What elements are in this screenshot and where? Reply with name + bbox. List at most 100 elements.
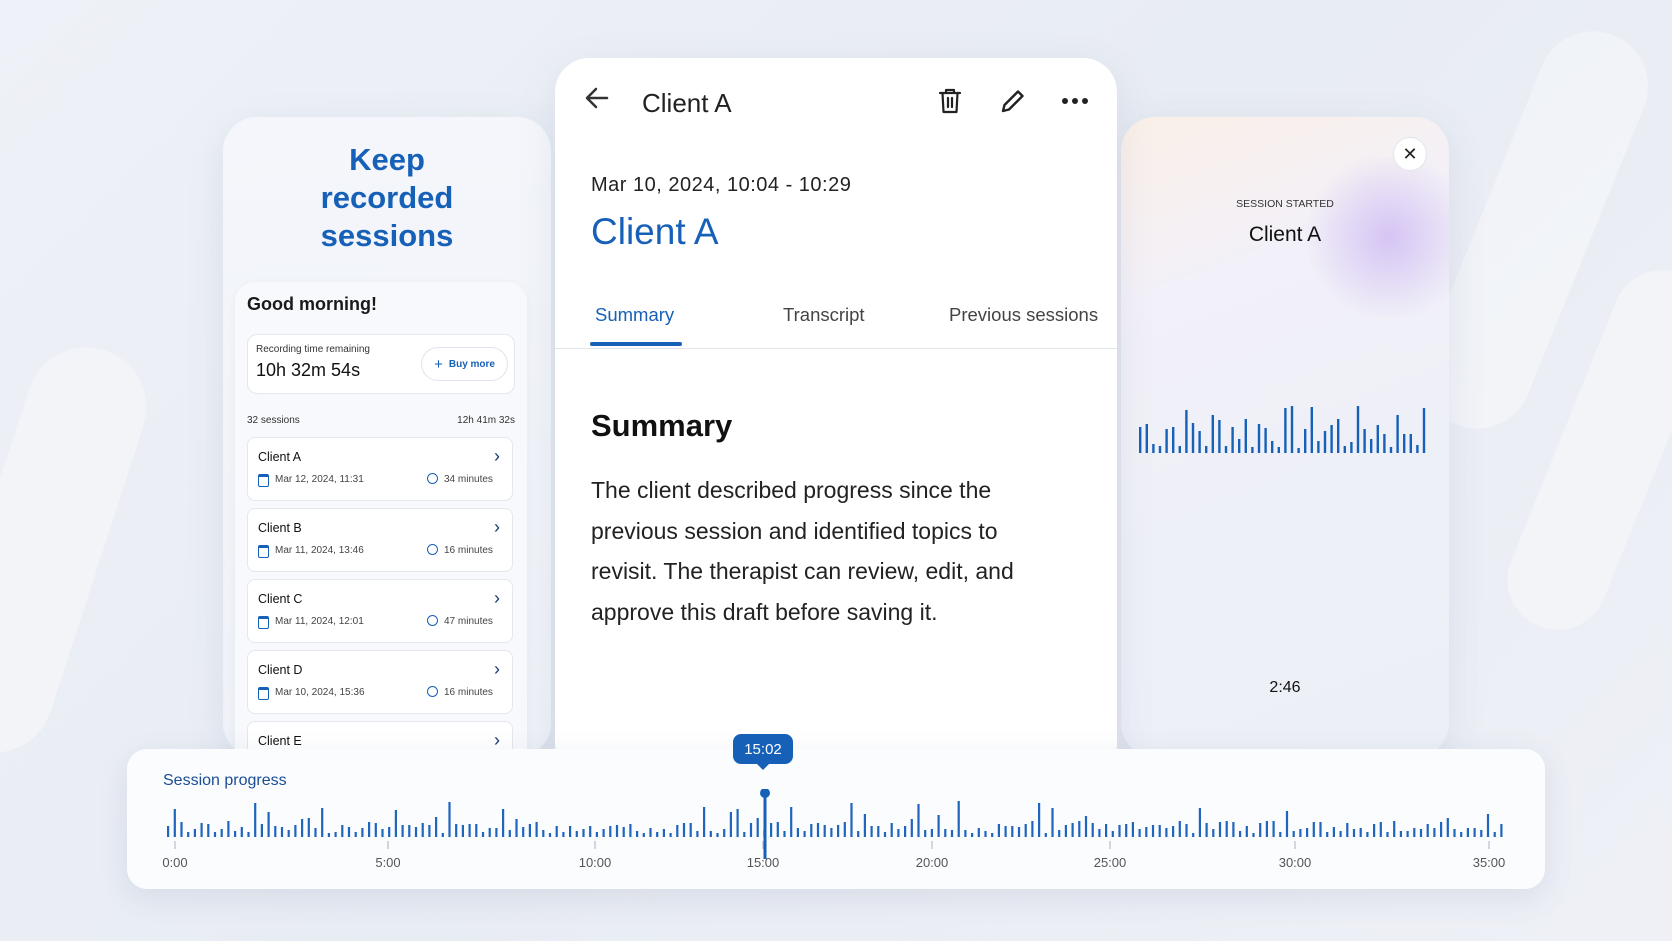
waveform-bar: [1426, 824, 1429, 837]
waveform-bar: [1038, 803, 1041, 837]
edit-button[interactable]: [998, 86, 1028, 116]
waveform-bar: [709, 831, 712, 837]
waveform-bar: [1363, 429, 1366, 453]
waveform-bar: [1299, 829, 1302, 837]
waveform-bar: [1332, 827, 1335, 837]
close-icon: ✕: [1402, 143, 1418, 164]
waveform-bar: [569, 826, 572, 837]
waveform-bar: [435, 817, 438, 837]
tab-previous-sessions[interactable]: Previous sessions: [949, 304, 1098, 326]
waveform-bar: [1473, 828, 1476, 837]
waveform-bar: [1486, 814, 1490, 837]
waveform-bar: [1084, 816, 1088, 837]
waveform-bar: [776, 822, 779, 837]
waveform-bar: [468, 824, 471, 837]
tab-bar: Summary Transcript Previous sessions: [555, 304, 1117, 349]
waveform-bar: [1211, 415, 1214, 453]
waveform-bar: [314, 828, 317, 837]
waveform-bar: [401, 825, 404, 837]
waveform-bar: [656, 832, 659, 837]
waveform-bar: [1480, 830, 1483, 837]
session-progress-bar[interactable]: Session progress 0:00 5:00 10:00 15:00 2…: [127, 749, 1545, 889]
waveform-bar: [1359, 828, 1362, 837]
waveform-bar: [368, 822, 371, 837]
waveform-bar: [1239, 831, 1242, 837]
waveform-bar: [1366, 832, 1369, 837]
waveform-bar: [488, 828, 491, 837]
session-item[interactable]: Client B › Mar 11, 2024, 13:46 16 minute…: [247, 508, 513, 572]
waveform-bar: [944, 829, 947, 837]
chevron-right-icon: ›: [494, 446, 500, 466]
waveform-bar: [280, 827, 284, 837]
session-item[interactable]: Client D › Mar 10, 2024, 15:36 16 minute…: [247, 650, 513, 714]
waveform-bar: [823, 825, 826, 837]
waveform-bar: [1419, 829, 1423, 837]
waveform-bar: [662, 829, 665, 837]
waveform-bar: [535, 822, 538, 837]
waveform-bar: [964, 830, 967, 837]
waveform-bar: [334, 832, 337, 837]
waveform-bar: [1337, 419, 1340, 453]
waveform-bar: [1165, 429, 1168, 453]
waveform-bar: [1191, 423, 1195, 453]
waveform-bar: [1024, 824, 1027, 837]
buy-more-button[interactable]: + Buy more: [421, 347, 508, 381]
waveform-bar: [1091, 823, 1094, 837]
tab-summary[interactable]: Summary: [595, 304, 674, 326]
session-item[interactable]: Client A › Mar 12, 2024, 11:31 34 minute…: [247, 437, 513, 501]
timer-icon: [427, 615, 438, 626]
delete-button[interactable]: [935, 86, 965, 116]
session-duration: 47 minutes: [444, 616, 493, 627]
hero-line: recorded: [320, 180, 454, 215]
waveform-bar: [1145, 827, 1148, 837]
waveform-bar: [1151, 825, 1155, 837]
calendar-icon: [258, 474, 269, 487]
waveform-bar: [1185, 410, 1188, 453]
tab-transcript[interactable]: Transcript: [783, 304, 865, 326]
playhead-time-bubble: 15:02: [733, 734, 793, 770]
waveform-bar: [388, 827, 391, 837]
waveform-bar: [1185, 824, 1188, 837]
waveform-bar: [816, 823, 820, 837]
chevron-right-icon: ›: [494, 659, 500, 679]
waveform-bar: [1379, 822, 1382, 837]
waveform-bar: [790, 807, 793, 837]
back-button[interactable]: [583, 84, 611, 119]
waveform-bar: [1172, 427, 1175, 453]
waveform-bar: [1031, 821, 1034, 837]
waveform-bar: [193, 829, 196, 837]
waveform-bar: [1011, 826, 1014, 837]
waveform-bar: [756, 818, 759, 837]
progress-label: Session progress: [163, 772, 287, 789]
waveform-bar: [1218, 822, 1222, 837]
waveform-bar: [1386, 832, 1389, 837]
page-title: Client A: [642, 88, 732, 118]
waveform-bar: [830, 828, 833, 837]
waveform-bar: [890, 823, 893, 837]
waveform-bar: [1251, 447, 1254, 453]
live-audio-waveform: [1139, 406, 1426, 453]
waveform-bar: [1198, 431, 1201, 453]
waveform-bar: [374, 823, 377, 837]
waveform-bar: [1284, 408, 1287, 453]
waveform-bar: [1279, 832, 1282, 837]
waveform-bar: [977, 828, 980, 837]
session-item[interactable]: Client C › Mar 11, 2024, 12:01 47 minute…: [247, 579, 513, 643]
waveform-bar: [924, 830, 927, 837]
waveform-bar: [703, 807, 706, 837]
time-tick: 30:00: [1278, 855, 1312, 870]
waveform-bar: [1466, 828, 1469, 837]
session-waveform[interactable]: [165, 789, 1507, 859]
waveform-bar: [414, 827, 418, 837]
hero-line: Keep: [349, 142, 425, 177]
greeting: Good morning!: [247, 294, 377, 314]
waveform-bar: [1158, 825, 1161, 837]
waveform-bar: [1058, 830, 1061, 837]
waveform-bar: [495, 828, 498, 837]
more-options-button[interactable]: [1060, 86, 1090, 116]
waveform-bar: [1165, 828, 1168, 837]
close-button[interactable]: ✕: [1393, 137, 1427, 171]
waveform-bar: [1044, 833, 1047, 837]
playhead-handle[interactable]: [760, 789, 770, 798]
waveform-bar: [1017, 827, 1021, 837]
